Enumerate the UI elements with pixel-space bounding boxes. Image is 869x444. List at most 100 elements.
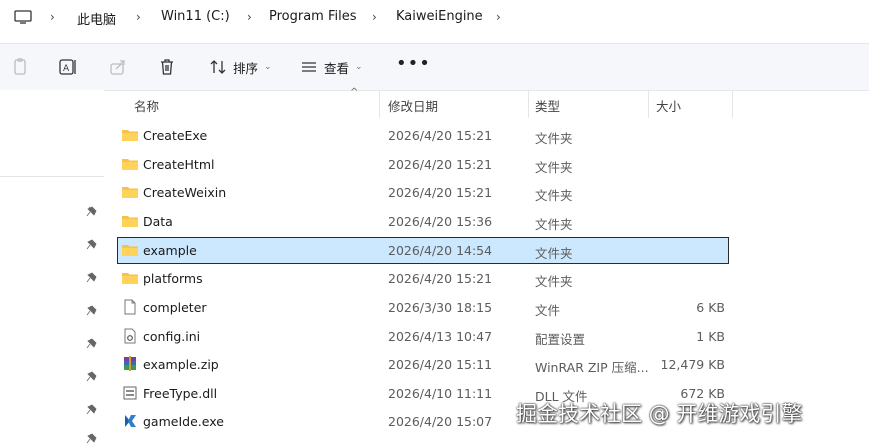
settings-file-icon [124, 328, 136, 344]
pin-icon[interactable] [86, 205, 98, 217]
pin-icon[interactable] [86, 432, 98, 444]
command-bar: A 排序 ⌄ 查看 ⌄ ••• [0, 43, 869, 91]
file-size: 12,479 KB [660, 357, 725, 372]
file-name: Data [143, 214, 173, 229]
dll-file-icon [123, 386, 137, 400]
file-row[interactable]: example.zip 2026/4/20 15:11 WinRAR ZIP 压… [117, 351, 729, 378]
file-size: 1 KB [696, 329, 725, 344]
file-date: 2026/3/30 18:15 [388, 300, 493, 315]
file-name: CreateHtml [143, 157, 215, 172]
file-type: 文件夹 [535, 274, 573, 289]
copy-icon[interactable] [10, 58, 30, 76]
rename-icon[interactable]: A [58, 58, 78, 76]
folder-icon [122, 273, 138, 284]
file-date: 2026/4/10 11:11 [388, 386, 493, 401]
file-row[interactable]: Data 2026/4/20 15:36 文件夹 [117, 208, 729, 235]
delete-icon[interactable] [157, 58, 177, 76]
breadcrumb-program-files[interactable]: Program Files [269, 9, 357, 24]
address-bar[interactable]: › 此电脑 › Win11 (C:) › Program Files › Kai… [0, 0, 869, 36]
column-header: ^ 名称 修改日期 类型 大小 [104, 87, 869, 118]
file-row[interactable]: completer 2026/3/30 18:15 文件 6 KB [117, 294, 729, 321]
file-date: 2026/4/20 15:36 [388, 214, 493, 229]
pin-icon[interactable] [86, 370, 98, 382]
file-row[interactable]: CreateWeixin 2026/4/20 15:21 文件夹 [117, 179, 729, 206]
this-pc-icon[interactable] [14, 10, 32, 24]
more-options-icon[interactable]: ••• [396, 53, 431, 74]
column-divider[interactable] [528, 90, 529, 118]
sort-ascending-icon: ^ [350, 87, 359, 98]
file-type: 文件夹 [535, 160, 573, 175]
winrar-archive-icon [124, 356, 136, 371]
file-type: 文件夹 [535, 246, 573, 261]
file-type: 文件夹 [535, 217, 573, 232]
file-date: 2026/4/13 10:47 [388, 329, 493, 344]
pin-icon[interactable] [86, 238, 98, 250]
file-row-selected[interactable]: example 2026/4/20 14:54 文件夹 [117, 237, 729, 264]
file-type: 文件夹 [535, 131, 573, 146]
file-date: 2026/4/20 15:21 [388, 185, 493, 200]
folder-icon [122, 216, 138, 227]
column-date[interactable]: 修改日期 [388, 96, 438, 115]
chevron-down-icon: ⌄ [264, 62, 272, 72]
file-type: 配置设置 [535, 332, 586, 347]
folder-icon [122, 159, 138, 170]
column-divider[interactable] [379, 90, 380, 118]
file-date: 2026/4/20 15:21 [388, 271, 493, 286]
file-row[interactable]: CreateHtml 2026/4/20 15:21 文件夹 [117, 151, 729, 178]
chevron-right-icon[interactable]: › [372, 10, 377, 24]
file-name: CreateWeixin [143, 185, 227, 200]
view-button[interactable]: 查看 ⌄ [300, 57, 363, 77]
file-name: example [143, 243, 197, 258]
file-name: FreeType.dll [143, 386, 218, 401]
column-name[interactable]: 名称 [134, 96, 159, 115]
chevron-right-icon[interactable]: › [136, 10, 141, 24]
breadcrumb-drive-c[interactable]: Win11 (C:) [161, 9, 230, 24]
navigation-pane [0, 90, 104, 444]
column-size[interactable]: 大小 [656, 96, 681, 115]
file-type: WinRAR ZIP 压缩... [535, 360, 649, 375]
sort-button[interactable]: 排序 ⌄ [209, 57, 272, 77]
column-type[interactable]: 类型 [535, 96, 560, 115]
svg-text:A: A [63, 64, 70, 74]
file-date: 2026/4/20 15:11 [388, 357, 493, 372]
pin-icon[interactable] [86, 337, 98, 349]
file-name: config.ini [143, 329, 201, 344]
file-size: 6 KB [696, 300, 725, 315]
folder-icon [122, 187, 138, 198]
file-date: 2026/4/20 15:07 [388, 414, 493, 429]
chevron-right-icon[interactable]: › [496, 10, 501, 24]
column-divider[interactable] [732, 90, 733, 118]
file-name: example.zip [143, 357, 219, 372]
file-date: 2026/4/20 15:21 [388, 157, 493, 172]
file-date: 2026/4/20 14:54 [388, 243, 493, 258]
chevron-right-icon[interactable]: › [247, 10, 252, 24]
file-name: gameIde.exe [143, 414, 224, 429]
chevron-right-icon[interactable]: › [50, 10, 55, 24]
file-type: 文件夹 [535, 188, 573, 203]
file-name: completer [143, 300, 207, 315]
file-date: 2026/4/20 15:21 [388, 128, 493, 143]
view-label: 查看 [324, 60, 350, 76]
folder-icon [122, 245, 138, 256]
pin-icon[interactable] [86, 403, 98, 415]
file-row[interactable]: CreateExe 2026/4/20 15:21 文件夹 [117, 122, 729, 149]
share-icon[interactable] [108, 58, 128, 76]
chevron-down-icon: ⌄ [355, 62, 363, 72]
app-exe-icon [125, 415, 136, 427]
file-name: platforms [143, 271, 203, 286]
view-icon [302, 62, 316, 72]
watermark: 掘金技术社区 @ 开维游戏引擎 [516, 402, 803, 426]
file-icon [124, 299, 136, 315]
folder-icon [122, 130, 138, 141]
file-type: 文件 [535, 303, 561, 318]
sort-label: 排序 [233, 60, 259, 76]
file-name: CreateExe [143, 128, 208, 143]
pin-icon[interactable] [86, 304, 98, 316]
sort-icon [210, 60, 226, 74]
breadcrumb-this-pc[interactable]: 此电脑 [77, 9, 116, 28]
column-divider[interactable] [648, 90, 649, 118]
file-row[interactable]: config.ini 2026/4/13 10:47 配置设置 1 KB [117, 323, 729, 350]
breadcrumb-kaiweiengine[interactable]: KaiweiEngine [396, 9, 483, 24]
file-row[interactable]: platforms 2026/4/20 15:21 文件夹 [117, 265, 729, 292]
pin-icon[interactable] [86, 271, 98, 283]
